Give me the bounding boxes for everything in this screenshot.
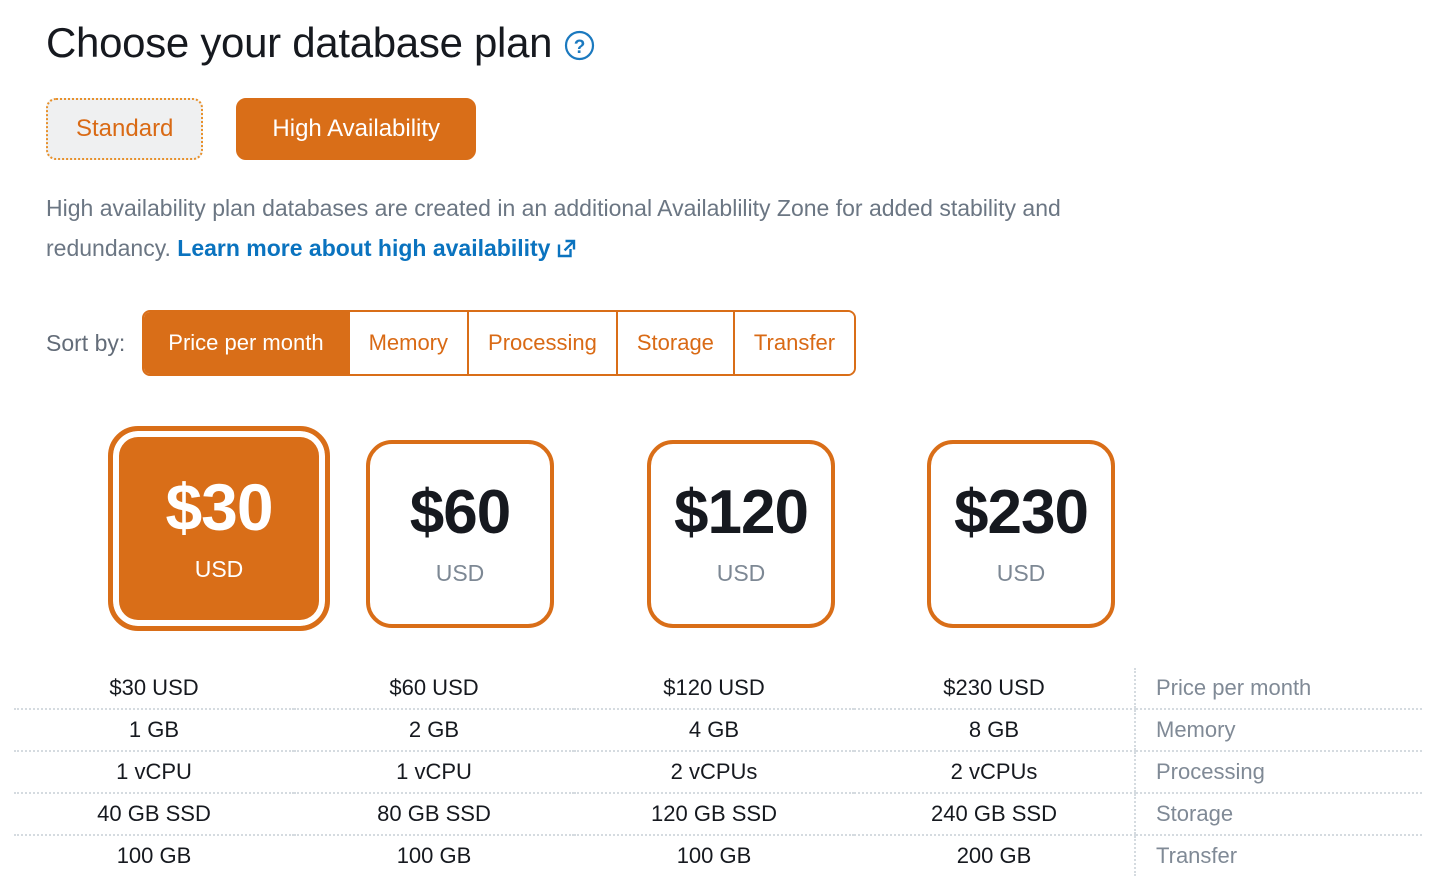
spec-transfer-plan-30: 100 GB: [14, 835, 294, 876]
spec-row-label-memory: Memory: [1135, 709, 1422, 751]
plan-card-60[interactable]: $60 USD: [366, 440, 554, 628]
spec-processing-plan-230: 2 vCPUs: [854, 751, 1135, 793]
spec-processing-plan-30: 1 vCPU: [14, 751, 294, 793]
spec-price-plan-60: $60 USD: [294, 668, 574, 709]
sort-option-transfer-label: Transfer: [754, 332, 835, 354]
external-link-icon[interactable]: [556, 231, 577, 271]
spec-transfer-plan-60: 100 GB: [294, 835, 574, 876]
page-title: Choose your database plan: [46, 22, 552, 64]
plan-toggle-standard[interactable]: Standard: [46, 98, 203, 160]
plan-card-list: $30 USD $60 USD $120 USD $230 USD: [46, 426, 1156, 631]
plan-card-30-currency: USD: [195, 556, 244, 583]
plan-card-230[interactable]: $230 USD: [927, 440, 1115, 628]
sort-option-price-per-month[interactable]: Price per month: [144, 312, 349, 374]
sort-option-price-per-month-label: Price per month: [168, 332, 323, 354]
sort-option-storage-label: Storage: [637, 332, 714, 354]
plan-card-30-price: $30: [165, 474, 272, 540]
spec-memory-plan-120: 4 GB: [574, 709, 854, 751]
spec-row-label-processing: Processing: [1135, 751, 1422, 793]
page-header: Choose your database plan ?: [46, 0, 1436, 74]
plan-card-120-currency: USD: [717, 560, 766, 587]
spec-price-plan-230: $230 USD: [854, 668, 1135, 709]
sort-option-transfer[interactable]: Transfer: [735, 312, 854, 374]
plan-card-230-price: $230: [954, 482, 1088, 544]
sort-option-processing[interactable]: Processing: [469, 312, 618, 374]
table-row: 40 GB SSD 80 GB SSD 120 GB SSD 240 GB SS…: [14, 793, 1422, 835]
plan-description: High availability plan databases are cre…: [46, 188, 1181, 271]
spec-row-label-price: Price per month: [1135, 668, 1422, 709]
plan-card-230-currency: USD: [997, 560, 1046, 587]
spec-memory-plan-60: 2 GB: [294, 709, 574, 751]
sort-option-memory[interactable]: Memory: [350, 312, 469, 374]
spec-transfer-plan-230: 200 GB: [854, 835, 1135, 876]
spec-storage-plan-30: 40 GB SSD: [14, 793, 294, 835]
spec-memory-plan-30: 1 GB: [14, 709, 294, 751]
spec-row-label-transfer: Transfer: [1135, 835, 1422, 876]
plan-toggle-high-availability-label: High Availability: [272, 115, 440, 142]
table-row: 1 GB 2 GB 4 GB 8 GB Memory: [14, 709, 1422, 751]
table-row: 100 GB 100 GB 100 GB 200 GB Transfer: [14, 835, 1422, 876]
spec-storage-plan-230: 240 GB SSD: [854, 793, 1135, 835]
plan-toggle-standard-label: Standard: [76, 115, 173, 142]
sort-option-memory-label: Memory: [369, 332, 448, 354]
sort-option-processing-label: Processing: [488, 332, 597, 354]
table-row: $30 USD $60 USD $120 USD $230 USD Price …: [14, 668, 1422, 709]
learn-more-link[interactable]: Learn more about high availability: [177, 235, 550, 261]
spec-transfer-plan-120: 100 GB: [574, 835, 854, 876]
spec-storage-plan-60: 80 GB SSD: [294, 793, 574, 835]
table-row: 1 vCPU 1 vCPU 2 vCPUs 2 vCPUs Processing: [14, 751, 1422, 793]
spec-row-label-storage: Storage: [1135, 793, 1422, 835]
spec-price-plan-30: $30 USD: [14, 668, 294, 709]
spec-processing-plan-120: 2 vCPUs: [574, 751, 854, 793]
svg-text:?: ?: [574, 37, 586, 58]
plan-spec-table: $30 USD $60 USD $120 USD $230 USD Price …: [14, 668, 1422, 876]
spec-memory-plan-230: 8 GB: [854, 709, 1135, 751]
plan-card-120[interactable]: $120 USD: [647, 440, 835, 628]
plan-card-30[interactable]: $30 USD: [108, 426, 330, 631]
spec-processing-plan-60: 1 vCPU: [294, 751, 574, 793]
sort-segmented-control: Price per month Memory Processing Storag…: [142, 310, 856, 376]
spec-price-plan-120: $120 USD: [574, 668, 854, 709]
spec-storage-plan-120: 120 GB SSD: [574, 793, 854, 835]
sort-option-storage[interactable]: Storage: [618, 312, 735, 374]
plan-card-60-price: $60: [410, 482, 510, 544]
plan-card-120-price: $120: [674, 482, 808, 544]
plan-toggle-high-availability[interactable]: High Availability: [236, 98, 476, 160]
sort-by-label: Sort by:: [46, 330, 125, 357]
database-plan-chooser: Choose your database plan ? Standard Hig…: [0, 0, 1436, 884]
sort-bar: Sort by: Price per month Memory Processi…: [46, 310, 1436, 376]
plan-type-toggle: Standard High Availability: [46, 98, 1436, 160]
plan-card-60-currency: USD: [436, 560, 485, 587]
question-circle-icon[interactable]: ?: [564, 30, 595, 61]
